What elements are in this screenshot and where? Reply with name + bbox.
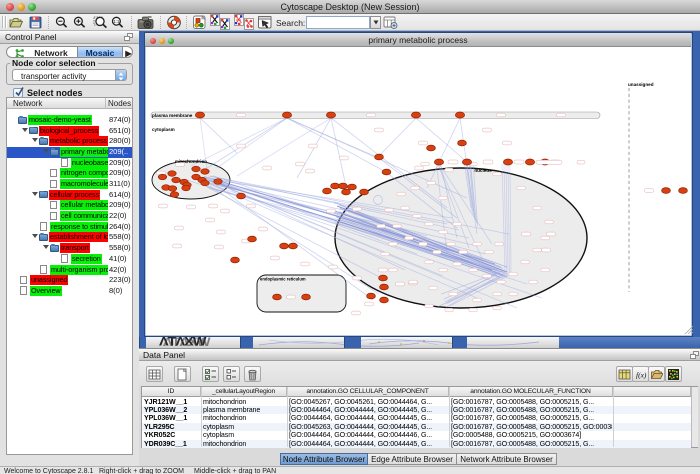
svg-text:unassigned: unassigned (628, 82, 654, 87)
svg-text:endoplasmic reticulum: endoplasmic reticulum (260, 277, 306, 282)
svg-text:nucleus: nucleus (474, 168, 492, 173)
svg-text:plasma membrane: plasma membrane (152, 113, 193, 118)
svg-text:ΛTΛXW: ΛTΛXW (163, 337, 211, 348)
svg-text:cytoplasm: cytoplasm (152, 127, 175, 132)
svg-text:1:1: 1:1 (113, 19, 119, 24)
svg-text:f(x): f(x) (636, 370, 647, 379)
